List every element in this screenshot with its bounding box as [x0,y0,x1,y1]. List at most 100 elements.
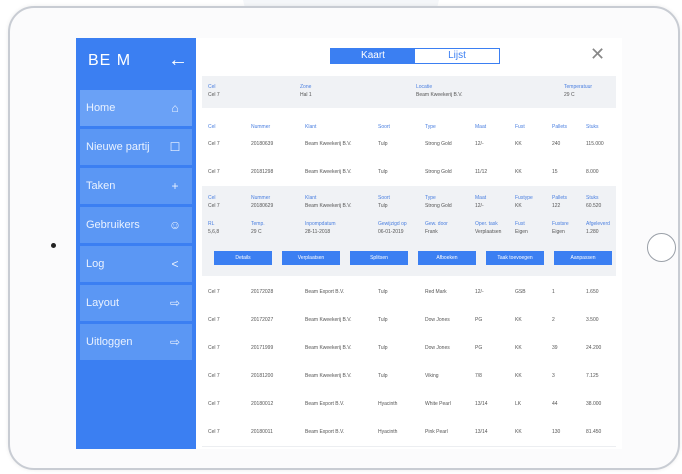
share-icon: < [171,257,179,271]
row-cell-2: Beam Export B.V. [305,401,345,407]
row-cell-3: Tulp [378,289,388,295]
row-cell-7: 1 [552,289,555,295]
row-cell-2: Beam Kweekerij B.V. [305,345,352,351]
sidebar-item-uitloggen[interactable]: Uitloggen ⇨ [80,324,192,360]
home-hardware-button[interactable] [647,233,676,262]
table-row[interactable]: Cel 7 20172028 Beam Export B.V. Tulp Red Mar… [202,278,616,307]
plus-icon: + [171,179,179,193]
detail-label-2-2: Inpompdatum [305,221,336,227]
tab-lijst[interactable]: Lijst [415,49,499,63]
app-screen: BE M ← Home ⌂ Nieuwe partij ☐ Taken + Gebruike… [76,38,622,449]
row-cell-5: 12/- [475,289,484,295]
sidebar-item-gebruikers[interactable]: Gebruikers ☺ [80,207,192,243]
tab-kaart[interactable]: Kaart [331,49,415,63]
row-cell-0: Cel 7 [208,401,220,407]
close-icon[interactable]: ✕ [590,44,605,65]
row-cell-2: Beam Export B.V. [305,289,345,295]
row-cell-4: Dow Jones [425,345,450,351]
info-zone-label: Zone [300,84,312,90]
sidebar: BE M ← Home ⌂ Nieuwe partij ☐ Taken + Gebruike… [76,38,196,449]
verplaatsen-button[interactable]: Verplaatsen [282,251,340,265]
table-row[interactable]: Cel 7 20181200 Beam Kweekerij B.V. Tulp Viki… [202,362,616,391]
row-cell-0: Cel 7 [208,141,220,147]
row-cell-1: 20172027 [251,317,274,323]
row-cell-2: Beam Kweekerij B.V. [305,141,352,147]
detail-value-4: Strong Gold [425,203,452,209]
row-cell-7: 2 [552,317,555,323]
cell-info-bar: Cel Cel 7 Zone Hal 1 Locatie Beam Kweeke… [202,76,616,108]
table-row[interactable]: Cel 7 20180639 Beam Kweekerij B.V. Tulp Stro… [202,130,616,159]
detail-value-0: Cel 7 [208,203,220,209]
sidebar-item-home[interactable]: Home ⌂ [80,90,192,126]
table-row[interactable]: Cel 7 20180011 Beam Export B.V. Hyacinth Pin… [202,418,616,447]
sidebar-item-nieuwe-partij[interactable]: Nieuwe partij ☐ [80,129,192,165]
home-icon: ⌂ [171,101,179,115]
info-locatie-value: Beam Kweekerij B.V. [416,92,463,98]
main-panel: Kaart Lijst ✕ Cel Cel 7 Zone Hal 1 Locat… [196,38,622,449]
camera [51,243,56,248]
row-cell-1: 20180012 [251,401,274,407]
app-logo: BE M [88,52,132,69]
selected-row-detail: Cel Nummer Klant Soort Type Maat Fustype Pallet… [202,186,616,276]
detail-value-2-5: Verplaatsen [475,229,502,235]
row-cell-3: Tulp [378,373,388,379]
row-cell-0: Cel 7 [208,429,220,435]
splitsen-button[interactable]: Splitsen [350,251,408,265]
row-cell-8: 1.650 [586,289,599,295]
detail-value-2-1: 29 C [251,229,262,235]
row-cell-2: Beam Kweekerij B.V. [305,169,352,175]
detail-label-2-8: Afgeleverd [586,221,610,227]
info-cel-value: Cel 7 [208,92,220,98]
info-temp-label: Temperatuur [564,84,593,90]
row-cell-6: GSB [515,289,526,295]
detail-label-2-1: Temp. [251,221,265,227]
detail-label-1: Nummer [251,195,271,201]
row-cell-3: Tulp [378,141,388,147]
users-icon: ☺ [168,218,182,232]
detail-value-2-8: 1.280 [586,229,599,235]
row-cell-3: Tulp [378,345,388,351]
sidebar-item-log[interactable]: Log < [80,246,192,282]
afboeken-button[interactable]: Afboeken [418,251,476,265]
info-zone-value: Hal 1 [300,92,312,98]
detail-label-4: Type [425,195,436,201]
detail-value-2-3: 06-01-2019 [378,229,404,235]
row-cell-1: 20171999 [251,345,274,351]
table-row[interactable]: Cel 7 20181298 Beam Kweekerij B.V. Tulp Stro… [202,158,616,187]
detail-label-8: Stuks [586,195,599,201]
row-cell-3: Hyacinth [378,429,398,435]
row-cell-7: 39 [552,345,558,351]
details-button[interactable]: Details [214,251,272,265]
row-cell-5: 11/12 [475,169,488,175]
row-cell-5: 13/14 [475,401,488,407]
sidebar-item-label: Nieuwe partij [86,141,150,153]
row-cell-5: 7/8 [475,373,482,379]
detail-value-2-0: 5,6,8 [208,229,220,235]
detail-value-2: Beam Kweekerij B.V. [305,203,352,209]
row-cell-6: LK [515,401,522,407]
sidebar-item-layout[interactable]: Layout ⇨ [80,285,192,321]
table-row[interactable]: Cel 7 20171999 Beam Kweekerij B.V. Tulp Dow … [202,334,616,363]
row-cell-4: Viking [425,373,439,379]
detail-value-2-2: 28-11-2018 [305,229,331,235]
table-row[interactable]: Cel 7 20180012 Beam Export B.V. Hyacinth Whi… [202,390,616,419]
row-cell-1: 20172028 [251,289,274,295]
back-arrow-icon[interactable]: ← [168,50,188,70]
row-cell-8: 115.000 [586,141,604,147]
row-cell-4: Pink Pearl [425,429,448,435]
taak-toevoegen-button[interactable]: Taak toevoegen [486,251,544,265]
aanpassen-button[interactable]: Aanpassen [554,251,612,265]
detail-label-7: Pallets [552,195,568,201]
table-row[interactable]: Cel 7 20172027 Beam Kweekerij B.V. Tulp Dow … [202,306,616,335]
row-cell-8: 38.000 [586,401,602,407]
row-cell-8: 24.200 [586,345,602,351]
row-cell-4: Strong Gold [425,169,452,175]
document-icon: ☐ [169,140,181,154]
sidebar-item-taken[interactable]: Taken + [80,168,192,204]
row-cell-7: 44 [552,401,558,407]
sidebar-item-label: Log [86,258,105,270]
row-cell-7: 15 [552,169,558,175]
sidebar-item-label: Gebruikers [86,219,140,231]
info-temp-value: 29 C [564,92,575,98]
row-cell-2: Beam Kweekerij B.V. [305,317,352,323]
